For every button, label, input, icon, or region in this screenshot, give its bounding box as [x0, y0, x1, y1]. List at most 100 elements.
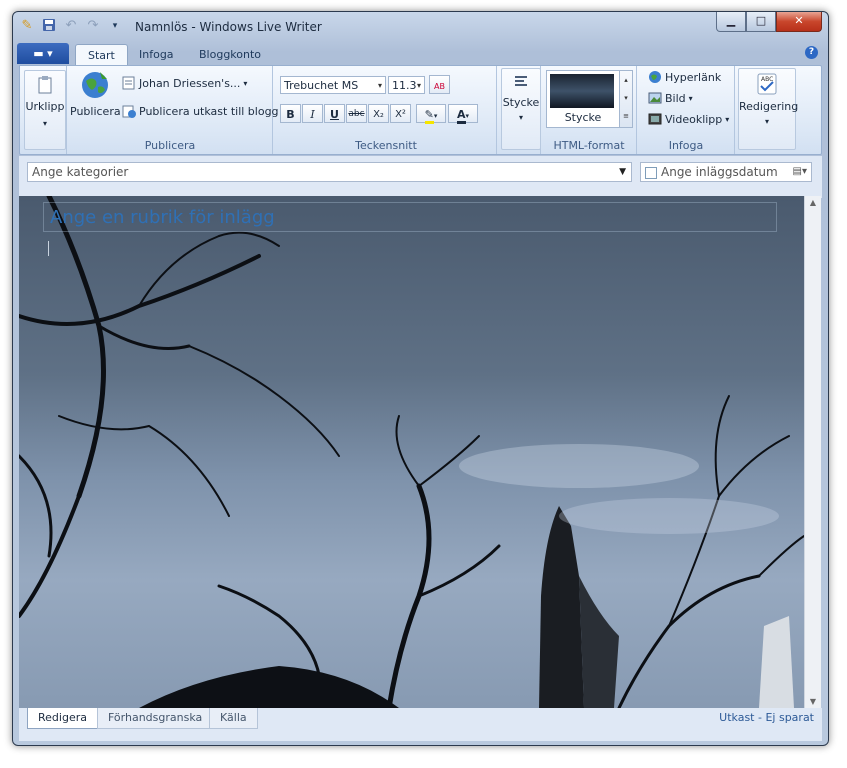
- post-date-field[interactable]: Ange inläggsdatum ▤▾: [640, 162, 812, 182]
- category-placeholder: Ange kategorier: [32, 165, 129, 179]
- group-paragraph: Stycke ▾: [500, 66, 541, 154]
- editor-scrollbar[interactable]: ▲ ▼: [804, 196, 821, 708]
- publish-label: Publicera: [70, 105, 121, 118]
- highlighter-icon: ✎: [424, 108, 434, 124]
- chevron-down-icon: ▾: [243, 78, 248, 88]
- account-dropdown[interactable]: Johan Driessen's... ▾: [122, 76, 247, 90]
- tab-source[interactable]: Källa: [209, 708, 258, 729]
- font-size-select[interactable]: 11.3 ▾: [388, 76, 425, 94]
- subscript-button[interactable]: X₂: [368, 104, 389, 123]
- font-color-button[interactable]: A▾: [448, 104, 478, 124]
- image-button[interactable]: Bild ▾: [648, 91, 693, 105]
- tab-start[interactable]: Start: [75, 44, 128, 66]
- chevron-down-icon: ▾: [377, 81, 382, 90]
- minimize-button[interactable]: ▁: [716, 12, 746, 32]
- calendar-icon[interactable]: ▤▾: [793, 163, 807, 181]
- post-title-input[interactable]: Ange en rubrik för inlägg: [43, 202, 777, 232]
- highlight-button[interactable]: ✎▾: [416, 104, 446, 124]
- post-date-checkbox[interactable]: [645, 167, 657, 179]
- close-button[interactable]: ✕: [776, 12, 822, 32]
- customize-qat-icon[interactable]: ▾: [107, 18, 123, 34]
- group-publish: Publicera Johan Driessen's... ▾ Publicer…: [68, 66, 279, 154]
- editing-label: Redigering: [739, 100, 799, 113]
- chevron-down-icon: ▾: [725, 114, 730, 124]
- style-preview-label: Stycke: [564, 111, 602, 124]
- clipboard-label: Urklipp: [25, 100, 65, 113]
- window-controls: ▁ □ ✕: [716, 12, 822, 32]
- title-bar: ✎ ↶ ↷ ▾ Namnlös - Windows Live Writer ▁ …: [13, 12, 828, 42]
- scroll-down-icon[interactable]: ▼: [805, 697, 821, 706]
- bold-button[interactable]: B: [280, 104, 301, 123]
- editor-area[interactable]: Ange en rubrik för inlägg: [19, 196, 804, 708]
- clipboard-button[interactable]: Urklipp ▾: [24, 70, 66, 150]
- globe-icon: [70, 70, 120, 103]
- clear-formatting-button[interactable]: AB: [429, 75, 450, 94]
- clipboard-icon: [25, 75, 65, 98]
- scroll-up-icon[interactable]: ▲: [805, 198, 821, 207]
- dropdown-arrow-icon: ▾: [42, 119, 47, 128]
- gallery-down-icon[interactable]: ▾: [620, 89, 632, 107]
- group-insert: Hyperlänk Bild ▾ Videoklipp ▾ Infoga: [638, 66, 735, 154]
- app-window: ✎ ↶ ↷ ▾ Namnlös - Windows Live Writer ▁ …: [12, 11, 829, 746]
- tab-infoga[interactable]: Infoga: [127, 44, 186, 65]
- dropdown-arrow-icon: ▾: [518, 113, 523, 122]
- window-title: Namnlös - Windows Live Writer: [135, 20, 322, 34]
- ribbon-tabs: ▬ ▾ Start Infoga Bloggkonto ?: [17, 43, 824, 66]
- category-bar: Ange kategorier ▼ Ange inläggsdatum ▤▾: [19, 156, 822, 198]
- spellcheck-icon: ABC: [739, 73, 795, 98]
- italic-button[interactable]: I: [302, 104, 323, 123]
- clear-format-icon: AB: [434, 82, 445, 91]
- app-icon[interactable]: ✎: [19, 18, 35, 34]
- paragraph-button[interactable]: Stycke ▾: [501, 68, 541, 150]
- font-size-value: 11.3: [392, 79, 417, 92]
- bottom-bar: Redigera Förhandsgranska Källa Utkast - …: [19, 708, 822, 741]
- image-icon: [648, 91, 662, 105]
- chevron-down-icon: ▾: [416, 81, 421, 90]
- editing-button[interactable]: ABC Redigering ▾: [738, 68, 799, 150]
- group-label-font: Teckensnitt: [355, 139, 417, 152]
- chevron-down-icon: ▾: [433, 112, 438, 120]
- maximize-button[interactable]: □: [746, 12, 776, 32]
- publish-draft-label: Publicera utkast till blogg: [139, 104, 279, 118]
- video-button[interactable]: Videoklipp ▾: [648, 112, 729, 126]
- application-menu-button[interactable]: ▬ ▾: [17, 43, 69, 64]
- tab-bloggkonto[interactable]: Bloggkonto: [187, 44, 273, 65]
- background-tree-image: [19, 196, 804, 708]
- gallery-scroll[interactable]: ▴ ▾ ≡: [619, 70, 633, 128]
- tab-preview[interactable]: Förhandsgranska: [97, 708, 214, 729]
- group-editing: ABC Redigering ▾: [736, 66, 799, 154]
- tab-edit[interactable]: Redigera: [27, 708, 98, 729]
- svg-text:ABC: ABC: [761, 76, 773, 83]
- font-name-select[interactable]: Trebuchet MS ▾: [280, 76, 386, 94]
- ribbon: Urklipp ▾ Publicera Johan Driessen's... …: [19, 65, 822, 155]
- redo-icon[interactable]: ↷: [85, 18, 101, 34]
- paragraph-align-icon: [502, 73, 540, 94]
- category-input[interactable]: Ange kategorier ▼: [27, 162, 632, 182]
- post-date-label: Ange inläggsdatum: [661, 165, 778, 179]
- hyperlink-label: Hyperlänk: [665, 70, 722, 84]
- strikethrough-button[interactable]: abc: [346, 104, 367, 123]
- group-label-insert: Infoga: [668, 139, 704, 152]
- superscript-button[interactable]: X²: [390, 104, 411, 123]
- help-icon[interactable]: ?: [805, 46, 818, 59]
- paragraph-label: Stycke: [502, 96, 540, 109]
- publish-button[interactable]: Publicera: [70, 70, 121, 118]
- quick-access-toolbar: ✎ ↶ ↷ ▾: [19, 18, 123, 34]
- group-html-format: Stycke ▴ ▾ ≡ HTML-format: [542, 66, 637, 154]
- style-preview-image: [550, 74, 614, 108]
- save-icon[interactable]: [41, 18, 57, 34]
- chevron-down-icon[interactable]: ▼: [619, 163, 626, 181]
- hyperlink-button[interactable]: Hyperlänk: [648, 70, 721, 84]
- publish-draft-button[interactable]: Publicera utkast till blogg: [122, 104, 279, 118]
- group-font: Trebuchet MS ▾ 11.3 ▾ AB B I U abc X₂ X²…: [276, 66, 497, 154]
- gallery-up-icon[interactable]: ▴: [620, 71, 632, 89]
- text-cursor: [48, 241, 49, 256]
- status-text: Utkast - Ej sparat: [719, 711, 814, 724]
- hyperlink-icon: [648, 70, 662, 84]
- gallery-more-icon[interactable]: ≡: [620, 107, 632, 125]
- style-gallery[interactable]: Stycke: [546, 70, 620, 128]
- video-label: Videoklipp: [665, 112, 723, 126]
- underline-button[interactable]: U: [324, 104, 345, 123]
- undo-icon[interactable]: ↶: [63, 18, 79, 34]
- group-label-publish: Publicera: [144, 139, 196, 152]
